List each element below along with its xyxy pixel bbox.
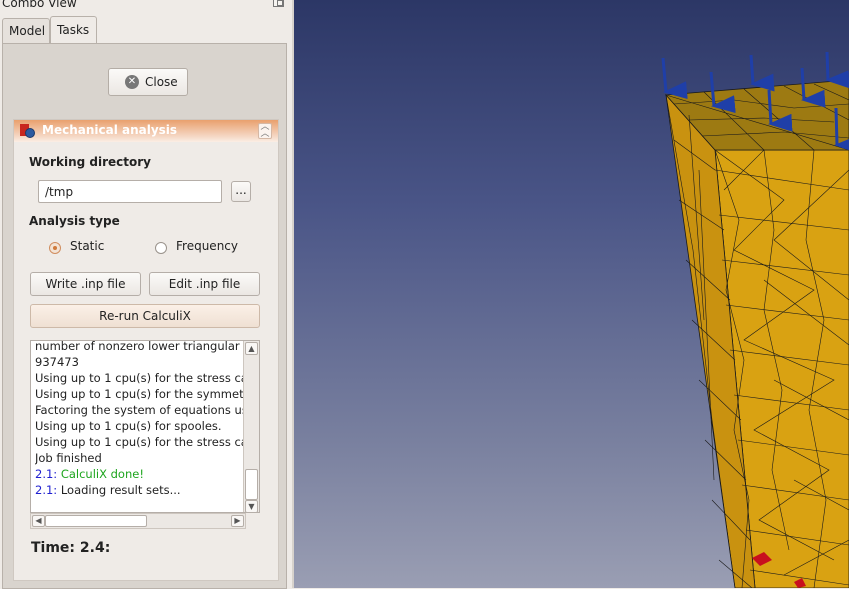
log-line: 2.1: CalculiX done! [35, 466, 247, 482]
solver-log[interactable]: number of nonzero lower triangular matri… [30, 340, 260, 513]
scroll-left-icon[interactable]: ◀ [32, 515, 45, 527]
edit-inp-button[interactable]: Edit .inp file [149, 272, 260, 296]
frequency-radio-label: Frequency [176, 239, 238, 253]
tab-model[interactable]: Model [2, 18, 50, 43]
combo-view-panel: Combo View Model Tasks ✕ Close Mechanica… [0, 0, 292, 589]
log-line: Using up to 1 cpu(s) for the stress calc… [35, 371, 247, 385]
analysis-type-label: Analysis type [29, 214, 120, 228]
time-value: 2.4: [79, 540, 111, 556]
working-directory-label: Working directory [29, 155, 151, 169]
taskbox-header: Mechanical analysis ︿ ︿ [14, 120, 278, 142]
static-radio-label: Static [70, 239, 105, 253]
static-radio[interactable] [49, 242, 61, 254]
load-arrow [800, 67, 826, 108]
scroll-right-icon[interactable]: ▶ [231, 515, 244, 527]
vertical-scroll-thumb[interactable] [245, 469, 258, 500]
write-inp-button[interactable]: Write .inp file [30, 272, 141, 296]
combo-view-title: Combo View [2, 0, 77, 10]
rerun-calculix-button[interactable]: Re-run CalculiX [30, 304, 260, 328]
working-directory-field[interactable]: /tmp [38, 180, 222, 203]
log-vertical-scrollbar[interactable]: ▲ ▼ [243, 341, 259, 512]
log-line: Factoring the system of equations using … [35, 403, 247, 417]
scroll-down-icon[interactable]: ▼ [245, 500, 258, 512]
browse-directory-button[interactable]: ... [231, 181, 251, 202]
time-label: Time: [31, 540, 76, 556]
log-line: 2.1: Loading result sets... [35, 482, 247, 498]
load-arrow [767, 89, 793, 132]
close-button-label: Close [145, 75, 178, 89]
log-line: Using up to 1 cpu(s) for the stress calc… [35, 435, 247, 449]
load-arrow [834, 107, 849, 154]
log-line: Job finished [35, 451, 102, 465]
horizontal-scroll-thumb[interactable] [45, 515, 147, 527]
mechanical-analysis-taskbox: Mechanical analysis ︿ ︿ Working directory… [13, 119, 279, 581]
scroll-up-icon[interactable]: ▲ [245, 342, 258, 355]
solver-log-lines: number of nonzero lower triangular matri… [35, 340, 247, 498]
log-horizontal-scrollbar[interactable]: ◀ ▶ [30, 513, 246, 529]
log-status-text: Loading result sets... [60, 483, 181, 497]
log-line: 937473 [35, 355, 79, 369]
load-arrow [825, 51, 849, 89]
fem-mesh-view [661, 51, 849, 588]
log-time-tag: 2.1: [35, 483, 58, 497]
log-time-tag: 2.1: [35, 467, 58, 481]
combo-view-title-bar: Combo View [0, 0, 292, 10]
load-arrow [661, 57, 688, 100]
close-icon: ✕ [125, 75, 139, 89]
log-line: Using up to 1 cpu(s) for the symmetric s… [35, 387, 247, 401]
undock-icon[interactable] [273, 0, 284, 7]
taskbox-title: Mechanical analysis [42, 123, 178, 137]
fem-analysis-icon [20, 124, 35, 138]
log-line: number of nonzero lower triangular matri… [35, 340, 247, 353]
close-button[interactable]: ✕ Close [108, 68, 188, 96]
tasks-panel-body: ✕ Close Mechanical analysis ︿ ︿ Working d… [7, 46, 282, 586]
collapse-icon[interactable]: ︿ ︿ [258, 123, 272, 139]
log-status-ok: CalculiX done! [60, 467, 144, 481]
tab-tasks[interactable]: Tasks [50, 16, 97, 43]
3d-viewport[interactable] [294, 0, 849, 588]
frequency-radio[interactable] [155, 242, 167, 254]
load-arrow [749, 54, 775, 92]
time-readout: Time: 2.4: [31, 540, 110, 556]
tasks-panel: ✕ Close Mechanical analysis ︿ ︿ Working d… [2, 43, 287, 589]
log-line: Using up to 1 cpu(s) for spooles. [35, 419, 222, 433]
